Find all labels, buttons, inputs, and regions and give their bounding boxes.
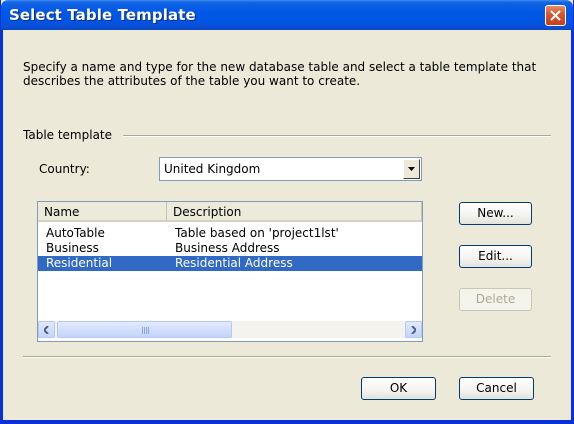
- row-description: Business Address: [175, 241, 280, 255]
- instructions-text: Specify a name and type for the new data…: [23, 60, 537, 88]
- title-bar[interactable]: Select Table Template: [1, 0, 573, 30]
- close-button[interactable]: [545, 5, 566, 26]
- list-row-selected[interactable]: Residential Residential Address: [38, 256, 422, 271]
- table-template-group-label: Table template: [23, 128, 113, 142]
- grip-icon: [142, 327, 150, 334]
- dropdown-arrow-icon: [408, 167, 415, 171]
- list-row[interactable]: Business Business Address: [38, 241, 422, 256]
- row-description: Table based on 'project1lst': [175, 226, 339, 240]
- scroll-left-button[interactable]: [38, 321, 55, 338]
- scroll-right-icon: [411, 326, 416, 334]
- row-name: Business: [46, 241, 99, 255]
- row-name: Residential: [46, 256, 113, 270]
- row-description: Residential Address: [175, 256, 293, 270]
- country-dropdown[interactable]: United Kingdom: [159, 157, 422, 181]
- window-title: Select Table Template: [9, 6, 196, 24]
- column-header-name[interactable]: Name: [38, 202, 167, 222]
- window-border-bottom: [1, 420, 573, 423]
- delete-button[interactable]: Delete: [459, 288, 532, 311]
- country-dropdown-button[interactable]: [403, 159, 420, 179]
- group-divider: [123, 135, 551, 137]
- bottom-separator: [23, 356, 551, 358]
- horizontal-scrollbar[interactable]: [38, 321, 422, 338]
- scroll-thumb[interactable]: [57, 321, 232, 338]
- window-border-left: [0, 30, 3, 420]
- close-icon: [550, 10, 561, 21]
- column-header-description[interactable]: Description: [167, 202, 422, 222]
- dialog-window: Select Table Template Specify a name and…: [0, 0, 574, 424]
- ok-button[interactable]: OK: [361, 377, 436, 400]
- new-button[interactable]: New...: [459, 202, 532, 225]
- scroll-left-icon: [44, 326, 49, 334]
- list-header: Name Description: [38, 202, 422, 222]
- cancel-button[interactable]: Cancel: [459, 377, 534, 400]
- country-label: Country:: [39, 162, 90, 176]
- country-dropdown-value: United Kingdom: [164, 162, 261, 176]
- list-row[interactable]: AutoTable Table based on 'project1lst': [38, 226, 422, 241]
- template-list[interactable]: Name Description AutoTable Table based o…: [37, 201, 423, 342]
- scroll-right-button[interactable]: [405, 321, 422, 338]
- row-name: AutoTable: [46, 226, 105, 240]
- edit-button[interactable]: Edit...: [459, 245, 532, 268]
